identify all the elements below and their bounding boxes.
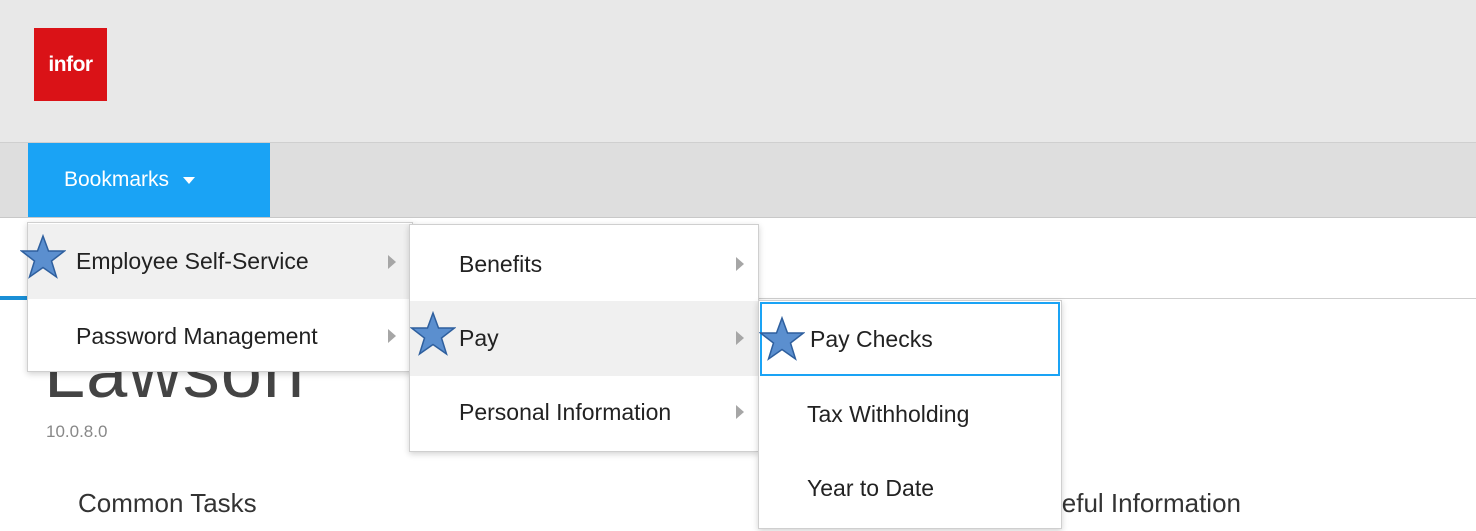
star-icon [410, 311, 456, 356]
version-text: 10.0.8.0 [46, 422, 108, 441]
menu-item-label: Tax Withholding [807, 401, 970, 427]
chevron-right-icon [388, 255, 396, 269]
employee-self-service-submenu: Benefits Pay Personal Information [409, 224, 759, 452]
star-icon [759, 316, 805, 361]
chevron-right-icon [736, 257, 744, 271]
menu-item-label: Benefits [459, 251, 543, 277]
bookmarks-menu: Employee Self-Service Password Managemen… [27, 222, 413, 372]
menu-item-year-to-date[interactable]: Year to Date [759, 451, 1061, 526]
bookmarks-button[interactable]: Bookmarks [28, 143, 270, 217]
menu-item-label: Employee Self-Service [76, 248, 309, 274]
chevron-right-icon [736, 331, 744, 345]
app-header: infor [0, 0, 1476, 143]
menu-item-tax-withholding[interactable]: Tax Withholding [759, 377, 1061, 452]
menu-item-label: Personal Information [459, 399, 672, 425]
bookmarks-label: Bookmarks [64, 168, 170, 191]
menu-item-pay[interactable]: Pay [410, 301, 758, 376]
chevron-right-icon [736, 405, 744, 419]
active-tab-indicator [0, 296, 28, 300]
caret-down-icon [183, 176, 196, 184]
chevron-right-icon [388, 329, 396, 343]
common-tasks-heading: Common Tasks [78, 488, 257, 518]
menu-item-password-management[interactable]: Password Management [28, 299, 412, 374]
menu-item-personal-information[interactable]: Personal Information [410, 375, 758, 450]
menu-item-pay-checks[interactable]: Pay Checks [760, 302, 1060, 376]
menu-item-label: Pay Checks [810, 325, 933, 352]
menu-item-label: Year to Date [807, 475, 935, 501]
infor-logo[interactable]: infor [34, 28, 107, 101]
menu-item-label: Pay [459, 325, 499, 351]
star-icon [20, 234, 66, 279]
nav-bar: Bookmarks [0, 143, 1476, 218]
menu-item-label: Password Management [76, 323, 318, 349]
menu-item-benefits[interactable]: Benefits [410, 227, 758, 302]
menu-item-employee-self-service[interactable]: Employee Self-Service [28, 224, 412, 299]
